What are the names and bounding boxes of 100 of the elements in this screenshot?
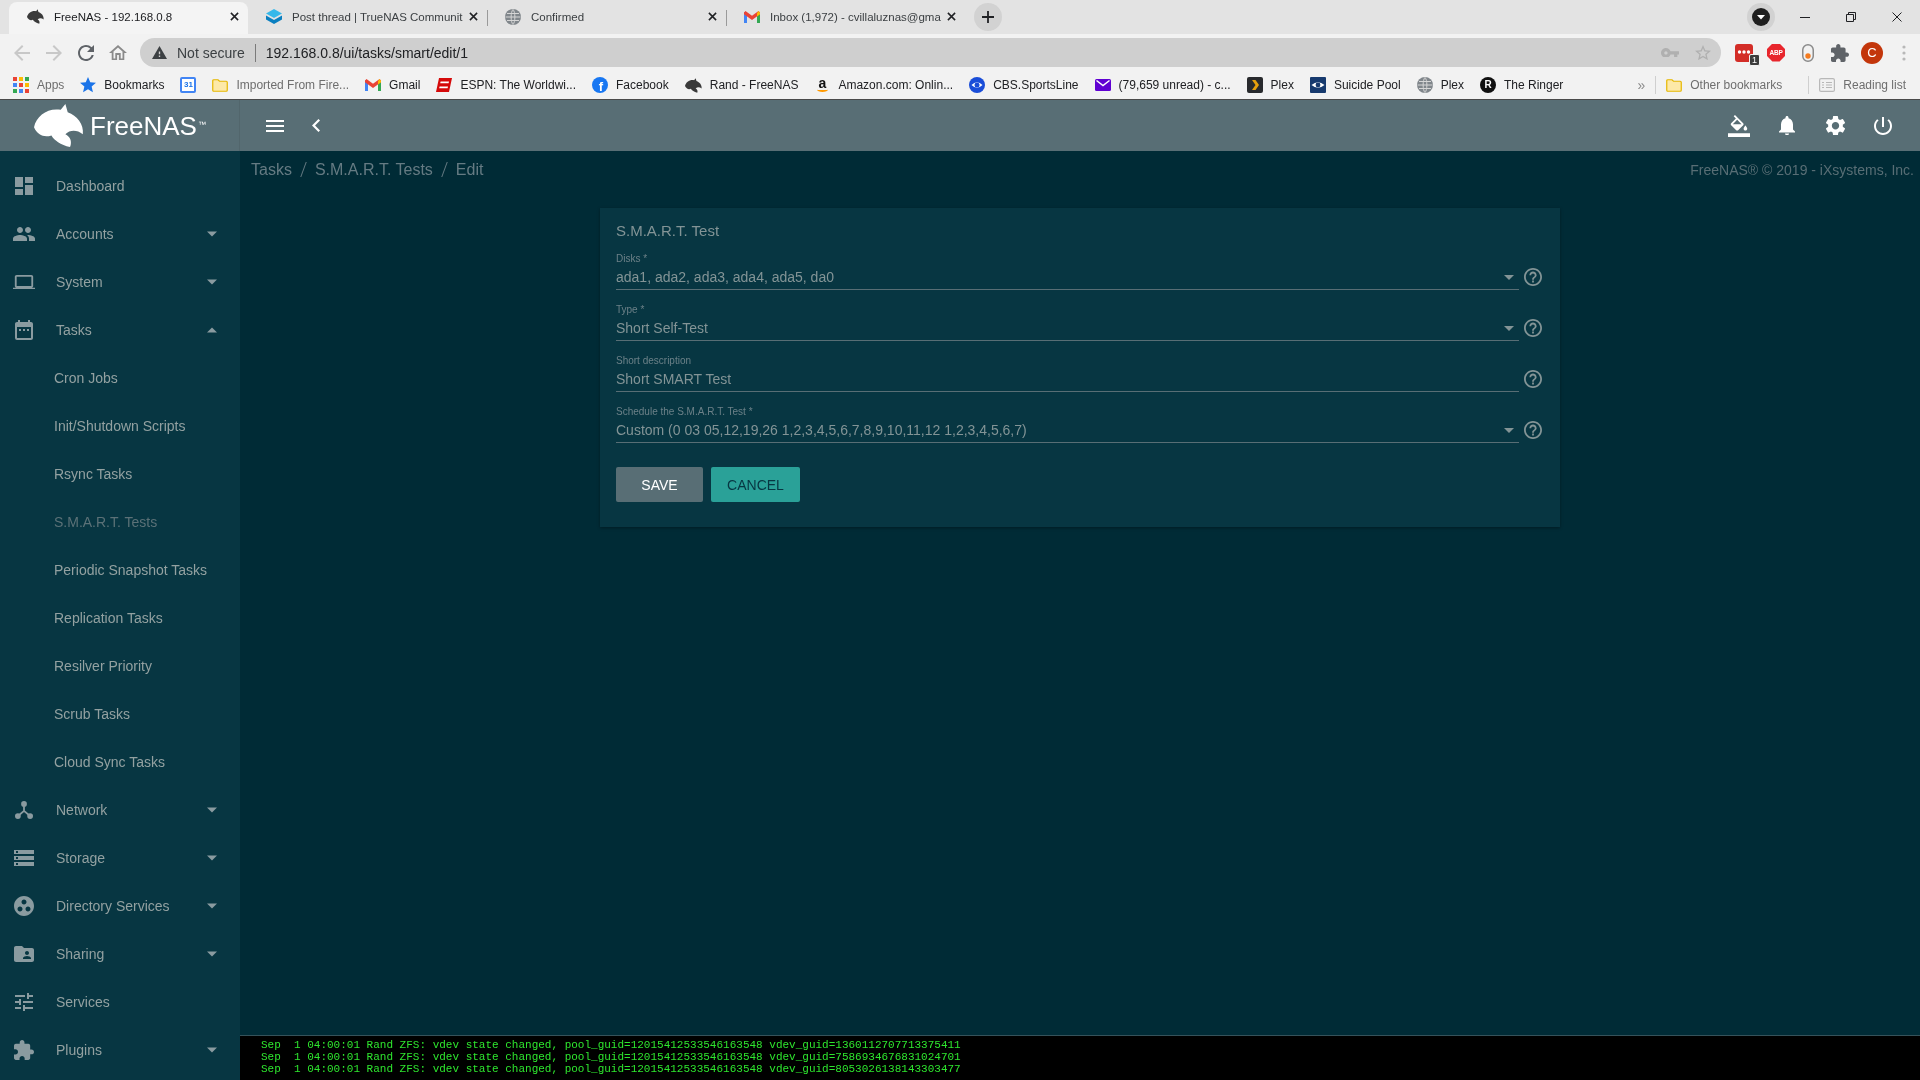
sidebar-item[interactable]: Services	[0, 978, 240, 1026]
close-icon[interactable]	[708, 12, 717, 21]
text-field[interactable]: Short description Short SMART Test	[616, 355, 1519, 392]
sidebar-subitem[interactable]: Cloud Sync Tasks	[0, 738, 240, 786]
bookmark-link[interactable]: a Amazon.com: Onlin...	[814, 77, 954, 93]
calendar-icon[interactable]	[15, 320, 33, 340]
sidebar-subitem[interactable]: S.M.A.R.T. Tests	[0, 498, 240, 546]
star-icon	[80, 77, 97, 93]
sidebar-item[interactable]: Accounts	[0, 210, 240, 258]
home-icon[interactable]	[109, 44, 127, 61]
settings-icon[interactable]	[1825, 115, 1845, 136]
puzzle-icon[interactable]	[14, 1040, 34, 1060]
browser-tab[interactable]: Post thread | TrueNAS Communit	[248, 2, 487, 34]
sidebar-item[interactable]: Storage	[0, 834, 240, 882]
sidebar-item[interactable]: Directory Services	[0, 882, 240, 930]
bookmark-link[interactable]: Bookmarks	[80, 77, 165, 93]
puzzle-icon[interactable]	[1831, 43, 1849, 62]
sidebar-subitem[interactable]: Cron Jobs	[0, 354, 240, 402]
sidebar-subitem[interactable]: Periodic Snapshot Tasks	[0, 546, 240, 594]
sidebar-item[interactable]: Network	[0, 786, 240, 834]
bell-icon[interactable]	[1779, 115, 1795, 136]
copyright-text: FreeNAS® © 2019 - iXsystems, Inc.	[1690, 161, 1914, 178]
bookmark-link[interactable]: (79,659 unread) - c...	[1094, 77, 1231, 93]
bookmark-link[interactable]: R The Ringer	[1480, 77, 1564, 93]
caret-icon[interactable]	[207, 279, 217, 285]
bookmark-link[interactable]: Plex	[1416, 77, 1464, 93]
close-icon[interactable]	[1892, 12, 1902, 22]
select-field[interactable]: Type * Short Self-Test	[616, 304, 1519, 341]
laptop-icon[interactable]	[13, 274, 35, 290]
bookmark-link[interactable]: Suicide Pool	[1309, 77, 1401, 93]
caret-icon[interactable]	[207, 951, 217, 957]
browser-tab[interactable]: FreeNAS - 192.168.0.8	[9, 2, 248, 34]
sliders-icon[interactable]	[15, 993, 33, 1011]
sidebar-subitem[interactable]: Replication Tasks	[0, 594, 240, 642]
sidebar-item[interactable]: System	[0, 258, 240, 306]
address-bar[interactable]: Not secure 192.168.0.8/ui/tasks/smart/edit/1	[140, 38, 1721, 67]
close-icon[interactable]	[469, 12, 478, 21]
sidebar-item[interactable]: Sharing	[0, 930, 240, 978]
globe-icon	[1416, 77, 1433, 93]
sidebar-subitem[interactable]: Scrub Tasks	[0, 690, 240, 738]
caret-icon[interactable]	[207, 1047, 217, 1053]
security-indicator[interactable]: Not secure	[152, 44, 245, 61]
toggle-icon[interactable]	[1802, 43, 1814, 62]
star-outline-icon[interactable]	[1695, 44, 1711, 61]
select-field[interactable]: Disks * ada1, ada2, ada3, ada4, ada5, da0	[616, 253, 1519, 290]
bookmark-folder[interactable]: Other bookmarks	[1666, 77, 1783, 93]
bookmark-link[interactable]: ESPN: The Worldwi...	[436, 77, 576, 93]
people-icon[interactable]	[13, 227, 35, 241]
bookmark-folder[interactable]: Reading list	[1819, 77, 1906, 93]
more-bookmarks-button[interactable]: »	[1637, 77, 1646, 93]
browser-tab[interactable]: Confirmed	[487, 2, 726, 34]
nodes-icon[interactable]	[15, 801, 33, 819]
tab-search-button[interactable]	[1747, 3, 1775, 31]
shark-icon	[684, 77, 702, 93]
bookmark-link[interactable]: Rand - FreeNAS	[684, 77, 799, 93]
bookmark-link[interactable]: Plex	[1246, 77, 1294, 93]
caret-icon[interactable]	[207, 231, 217, 237]
help-icon[interactable]	[1524, 370, 1542, 388]
dots-square-icon[interactable]	[1735, 43, 1753, 62]
shared-folder-icon[interactable]	[14, 946, 34, 962]
cancel-button[interactable]: CANCEL	[711, 467, 800, 502]
select-field[interactable]: Schedule the S.M.A.R.T. Test * Custom (0 03 05,12,19,26 1,2,3,4,5,6,7,8,9,10,11,12 1,2,3,4,5,6,7)	[616, 406, 1519, 443]
sidebar-subitem[interactable]: Resilver Priority	[0, 642, 240, 690]
profile-avatar[interactable]: C	[1861, 41, 1883, 64]
bookmark-link[interactable]: Apps	[13, 77, 65, 93]
sidebar-item[interactable]: Tasks	[0, 306, 240, 354]
save-button[interactable]: SAVE	[616, 467, 703, 502]
sidebar-subitem[interactable]: Rsync Tasks	[0, 450, 240, 498]
minimize-icon[interactable]	[1800, 16, 1810, 18]
power-icon[interactable]	[1874, 116, 1892, 135]
caret-icon[interactable]	[207, 807, 217, 813]
new-tab-button[interactable]	[974, 3, 1002, 31]
sidebar-subitem[interactable]: Init/Shutdown Scripts	[0, 402, 240, 450]
breadcrumb-link[interactable]: S.M.A.R.T. Tests	[314, 160, 433, 179]
bookmark-link[interactable]: CBS.SportsLine	[969, 77, 1079, 93]
breadcrumb-link[interactable]: Tasks	[251, 160, 292, 179]
sidebar-item[interactable]: Dashboard	[0, 162, 240, 210]
help-icon[interactable]	[1524, 319, 1542, 337]
caret-icon[interactable]	[207, 903, 217, 909]
dashboard-icon[interactable]	[15, 177, 33, 195]
chevron-left-icon[interactable]	[312, 119, 320, 132]
help-icon[interactable]	[1524, 268, 1542, 286]
caret-icon[interactable]	[207, 855, 217, 861]
bookmark-link[interactable]: Gmail	[365, 77, 421, 93]
reload-icon[interactable]	[78, 44, 94, 61]
caret-icon[interactable]	[207, 327, 217, 333]
help-icon[interactable]	[1524, 421, 1542, 439]
browser-tab[interactable]: Inbox (1,972) - cvillaluznas@gma	[726, 2, 965, 34]
paint-bucket-icon[interactable]	[1728, 114, 1750, 137]
console-line: Sep 1 04:00:01 Rand ZFS: vdev state changed, pool_guid=12015412533546163548 vdev_guid=1360112707713375411	[261, 1039, 962, 1051]
restore-icon[interactable]	[1846, 12, 1856, 22]
storage-icon[interactable]	[14, 850, 34, 866]
bookmark-link[interactable]: f Facebook	[592, 77, 669, 93]
sidebar-item[interactable]: Plugins	[0, 1026, 240, 1074]
bookmark-link[interactable]: Imported From Fire...	[212, 77, 350, 93]
calendar-icon[interactable]: 31	[180, 77, 197, 93]
menu-icon[interactable]	[266, 119, 284, 132]
close-icon[interactable]	[947, 12, 956, 21]
caret-icon	[1504, 325, 1514, 331]
close-icon[interactable]	[230, 12, 239, 21]
